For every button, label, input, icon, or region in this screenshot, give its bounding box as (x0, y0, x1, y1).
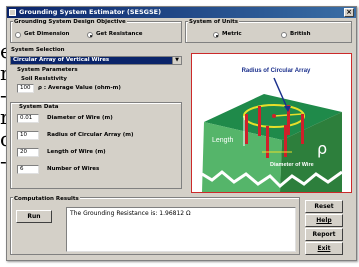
radius-label: Radius of Circular Array (242, 68, 311, 74)
rho-label: ρ (317, 139, 327, 158)
diagram-svg: Radius of Circular Array Length Diameter… (201, 68, 343, 192)
vertical-wire (266, 126, 269, 158)
computation-result-box: The Grounding Resistance is: 1.96812 Ω (66, 207, 296, 252)
radius-of-array-input[interactable]: 10 (17, 131, 39, 140)
system-of-units-label: System of Units (188, 19, 240, 26)
soil-resistivity-label: Soil Resistivity (21, 76, 68, 82)
reset-button[interactable]: Reset (305, 200, 343, 213)
report-button[interactable]: Report (305, 228, 343, 241)
diameter-of-wire-input[interactable]: 0.01 (17, 114, 39, 123)
title-bar[interactable]: Grounding System Estimator (SESGSE) × (7, 7, 356, 18)
array-center-point (272, 114, 276, 118)
get-dimension-label[interactable]: Get Dimension (24, 31, 69, 38)
soil-resistivity-input[interactable]: 100 (17, 84, 34, 93)
vertical-wire (301, 114, 304, 144)
metric-label[interactable]: Metric (222, 31, 242, 38)
number-of-wires-input[interactable]: 6 (17, 165, 39, 174)
diameter-label: Diameter of Wire (270, 162, 314, 168)
exit-button[interactable]: Exit (305, 242, 343, 255)
soil-resistivity-unit: ρ : Average Value (ohm-m) (38, 85, 121, 91)
circular-array-diagram: Radius of Circular Array Length Diameter… (191, 53, 352, 193)
vertical-wire (245, 114, 248, 144)
metric-radio[interactable] (213, 32, 219, 38)
system-selection-dropdown[interactable]: Circular Array of Vertical Wires ▼ (10, 56, 182, 65)
length-of-wire-label: Length of Wire (m) (47, 149, 106, 155)
get-dimension-radio[interactable] (15, 32, 21, 38)
application-window: Grounding System Estimator (SESGSE) × Gr… (6, 6, 357, 261)
chevron-down-icon[interactable]: ▼ (172, 57, 181, 64)
help-button[interactable]: Help (305, 214, 343, 227)
length-of-wire-input[interactable]: 20 (17, 148, 39, 157)
british-radio[interactable] (281, 32, 287, 38)
system-parameters-label: System Parameters (17, 67, 78, 73)
app-icon (9, 9, 16, 16)
vertical-wire (258, 106, 261, 136)
diameter-of-wire-label: Diameter of Wire (m) (47, 115, 113, 121)
computation-results-label: Computation Results (13, 196, 80, 203)
system-selection-label: System Selection (11, 47, 65, 53)
radius-of-array-label: Radius of Circular Array (m) (47, 132, 134, 138)
run-button[interactable]: Run (16, 210, 52, 223)
window-title: Grounding System Estimator (SESGSE) (19, 8, 162, 16)
get-resistance-radio[interactable] (87, 32, 93, 38)
length-label: Length (212, 137, 234, 144)
british-label[interactable]: British (290, 31, 311, 38)
design-objective-label: Grounding System Design Objective (13, 19, 127, 26)
close-button[interactable]: × (344, 8, 354, 17)
number-of-wires-label: Number of Wires (47, 166, 100, 172)
grounding-resistance-result: The Grounding Resistance is: 1.96812 Ω (70, 210, 191, 217)
system-selection-value: Circular Array of Vertical Wires (13, 57, 110, 63)
get-resistance-label[interactable]: Get Resistance (96, 31, 142, 38)
system-data-label: System Data (19, 104, 59, 110)
